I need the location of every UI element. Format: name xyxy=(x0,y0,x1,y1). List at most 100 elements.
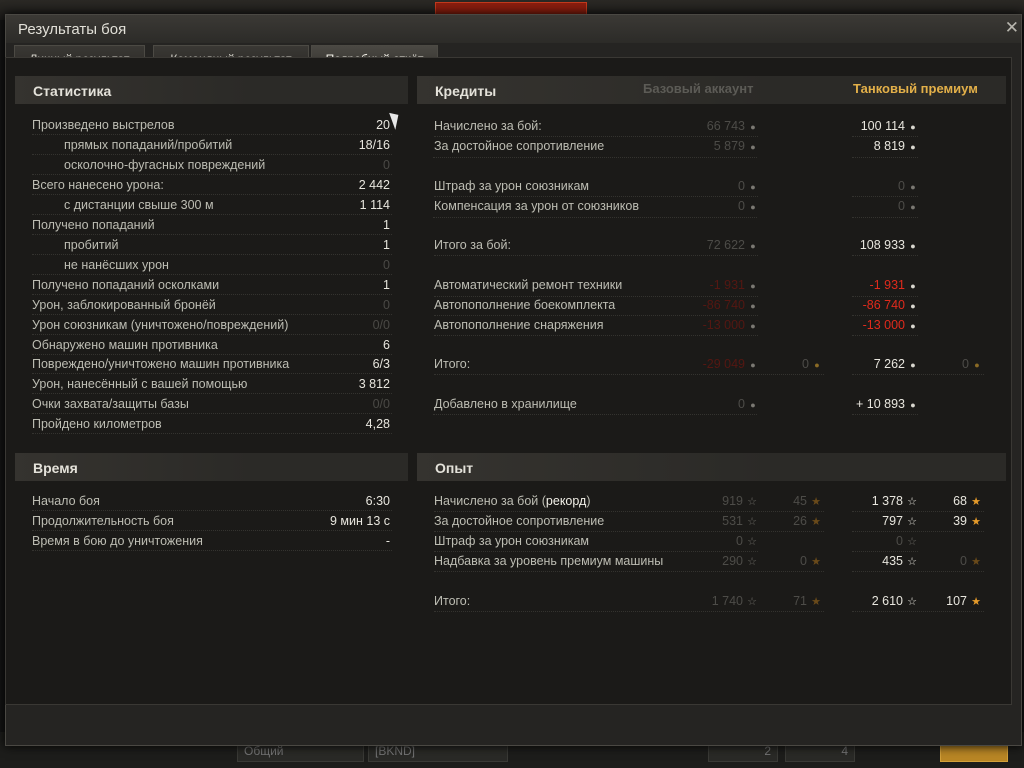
exp-row-premium-bonus: Надбавка за уровень премиум машины 290 ☆ … xyxy=(434,551,1004,571)
star-xp-icon: ☆ xyxy=(907,596,917,608)
divider xyxy=(852,315,918,316)
credit-coin-icon: ● xyxy=(910,202,916,212)
stat-value: 4,28 xyxy=(365,417,390,431)
time-value: 6:30 xyxy=(365,494,390,508)
stat-row-assist: Урон, нанесённый с вашей помощью 3 812 xyxy=(32,374,392,394)
divider xyxy=(434,296,758,297)
exp-basic: 1 740 ☆ xyxy=(711,594,757,608)
exp-premium: 2 610 ☆ xyxy=(871,594,917,608)
credits-basic: 0 ● xyxy=(738,179,758,193)
divider xyxy=(434,531,824,532)
credits-premium: 8 819 ● xyxy=(874,139,918,153)
stat-label: прямых попаданий/пробитий xyxy=(64,138,233,152)
divider xyxy=(852,551,918,552)
credit-coin-icon: ● xyxy=(750,301,756,311)
free-xp-star-icon: ★ xyxy=(811,496,821,508)
credits-premium: 100 114 ● xyxy=(861,119,918,133)
credit-coin-icon: ● xyxy=(750,182,756,192)
divider xyxy=(852,374,984,375)
stat-value: 6/3 xyxy=(372,357,390,371)
stat-value: 3 812 xyxy=(358,377,390,391)
credits-premium: 108 933 ● xyxy=(860,238,918,252)
star-xp-icon: ☆ xyxy=(907,516,917,528)
credits-premium: -1 931 ● xyxy=(870,278,918,292)
divider xyxy=(434,335,758,336)
free-xp-star-icon: ★ xyxy=(811,516,821,528)
free-xp-star-icon: ★ xyxy=(811,596,821,608)
credits-label: Автоматический ремонт техники xyxy=(434,278,623,292)
divider xyxy=(852,255,918,256)
stat-row-hits: прямых попаданий/пробитий 18/16 xyxy=(32,135,392,155)
divider xyxy=(852,157,918,158)
free-exp-basic: 71 ★ xyxy=(793,594,821,608)
free-exp-basic: 45 ★ xyxy=(793,494,821,508)
credits-row-team-penalty: Штраф за урон союзникам 0 ● 0 ● xyxy=(434,176,1004,196)
free-xp-star-icon: ★ xyxy=(971,556,981,568)
stat-row-he: осколочно-фугасных повреждений 0 xyxy=(32,155,392,175)
stat-value: 1 xyxy=(383,218,390,232)
stat-row-team-damage: Урон союзникам (уничтожено/повреждений) 0… xyxy=(32,315,392,335)
gold-coin-icon: ● xyxy=(814,360,820,370)
credits-label: За достойное сопротивление xyxy=(434,139,605,153)
free-exp-premium: 68 ★ xyxy=(953,494,981,508)
stat-label: Обнаружено машин противника xyxy=(32,338,218,352)
divider xyxy=(852,335,918,336)
divider xyxy=(852,531,984,532)
stat-value: 1 xyxy=(383,238,390,252)
time-value: - xyxy=(385,534,390,548)
time-row-duration: Продолжительность боя 9 мин 13 с xyxy=(32,511,392,531)
credits-basic: 72 622 ● xyxy=(707,238,758,252)
credit-coin-icon: ● xyxy=(750,281,756,291)
divider xyxy=(434,571,824,572)
credits-row-earned: Начислено за бой: 66 743 ● 100 114 ● xyxy=(434,116,1004,136)
premium-account-header: Танковый премиум xyxy=(853,81,978,96)
time-label: Время в бою до уничтожения xyxy=(32,534,203,548)
free-xp-star-icon: ★ xyxy=(971,496,981,508)
stat-row-long-range: с дистанции свыше 300 м 1 114 xyxy=(32,195,392,215)
credit-coin-icon: ● xyxy=(750,241,756,251)
time-label: Продолжительность боя xyxy=(32,514,174,528)
close-icon[interactable]: ✕ xyxy=(1005,18,1019,38)
exp-row-resistance: За достойное сопротивление 531 ☆ 26 ★ 797 ☆… xyxy=(434,511,1004,531)
free-xp-star-icon: ★ xyxy=(811,556,821,568)
credit-coin-icon: ● xyxy=(910,241,916,251)
credits-row-total: Итого: -29 049 ● 0 ● 7 262 ● 0 ● xyxy=(434,354,1004,374)
stat-label: Произведено выстрелов xyxy=(32,118,175,132)
credits-basic: -29 049 ● xyxy=(703,357,758,371)
stat-row-received: Получено попаданий 1 xyxy=(32,215,392,235)
stat-row-penetrations: пробитий 1 xyxy=(32,235,392,255)
time-value: 9 мин 13 с xyxy=(329,514,390,528)
star-xp-icon: ☆ xyxy=(907,556,917,568)
divider xyxy=(852,136,918,137)
credits-premium: + 10 893 ● xyxy=(856,397,918,411)
credits-label: Штраф за урон союзникам xyxy=(434,179,590,193)
basic-account-header: Базовый аккаунт xyxy=(643,81,754,96)
stat-label: Получено попаданий xyxy=(32,218,155,232)
exp-label: Итого: xyxy=(434,594,471,608)
gold-coin-icon: ● xyxy=(974,360,980,370)
divider xyxy=(434,551,758,552)
credits-basic: 0 ● xyxy=(738,199,758,213)
credits-label: Автопополнение боекомплекта xyxy=(434,298,616,312)
free-exp-basic: 26 ★ xyxy=(793,514,821,528)
credits-row-compensation: Компенсация за урон от союзников 0 ● 0 ● xyxy=(434,196,1004,216)
credit-coin-icon: ● xyxy=(910,182,916,192)
stat-value: 2 442 xyxy=(358,178,390,192)
credits-label: Итого: xyxy=(434,357,471,371)
exp-premium: 1 378 ☆ xyxy=(871,494,917,508)
gold-basic: 0 ● xyxy=(802,357,822,371)
credits-row-ammo: Автопополнение боекомплекта -86 740 ● -86… xyxy=(434,295,1004,315)
credits-label: Начислено за бой: xyxy=(434,119,542,133)
time-label: Начало боя xyxy=(32,494,100,508)
stat-label: Урон, заблокированный бронёй xyxy=(32,298,216,312)
credits-row-storage: Добавлено в хранилище 0 ● + 10 893 ● xyxy=(434,394,1004,414)
credit-coin-icon: ● xyxy=(910,321,916,331)
time-row-start: Начало боя 6:30 xyxy=(32,491,392,511)
stat-label: Повреждено/уничтожено машин противника xyxy=(32,357,290,371)
credits-basic: -13 000 ● xyxy=(703,318,758,332)
stat-label: Урон, нанесённый с вашей помощью xyxy=(32,377,248,391)
credit-coin-icon: ● xyxy=(910,360,916,370)
stat-value: 1 114 xyxy=(359,198,390,212)
stat-row-no-damage: не нанёсших урон 0 xyxy=(32,255,392,275)
divider xyxy=(434,315,758,316)
